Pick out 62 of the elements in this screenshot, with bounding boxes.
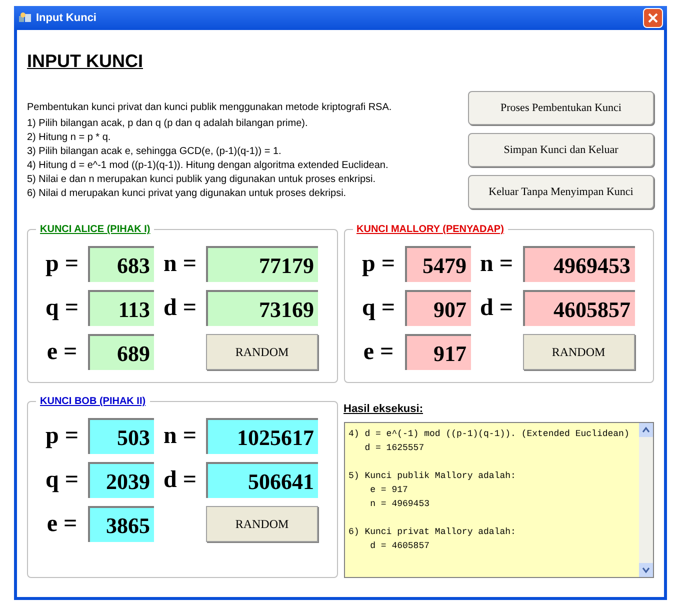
value-field[interactable]: 77179 [206,246,318,282]
value-field[interactable]: 907 [404,290,470,326]
value-field[interactable]: 683 [88,246,154,282]
value-field[interactable]: 1025617 [206,418,318,454]
step-text: 5) Nilai e dan n merupakan kunci publik yang digunakan untuk proses enkripsi. [27,173,377,187]
action-button[interactable]: Keluar Tanpa Menyimpan Kunci [468,175,654,209]
value-field[interactable]: 917 [404,334,470,370]
scroll-down-icon[interactable] [639,562,653,576]
step-text: 3) Pilih bilangan acak e, sehingga GCD(e, (p-1)(q-1)) = 1. [27,145,282,159]
value-field[interactable]: 113 [88,290,154,326]
description-intro: Pembentukan kunci privat dan kunci publik menggunakan metode kriptografi RSA. [27,101,393,115]
variable-label: e = [46,510,78,539]
value-field[interactable]: 5479 [404,246,470,282]
value-field[interactable]: 689 [88,334,154,370]
result-title: Hasil eksekusi: [344,402,424,417]
result-line: n = 4969453 [369,498,431,510]
result-line: 6) Kunci privat Mallory adalah: [348,526,517,538]
group-title: KUNCI BOB (PIHAK II) [36,394,150,409]
step-text: 6) Nilai d merupakan kunci privat yang digunakan untuk proses dekripsi. [27,187,348,201]
random-button[interactable]: RANDOM [522,334,634,370]
value-field[interactable]: 503 [88,418,154,454]
variable-label: p = [44,422,80,451]
variable-label: q = [360,294,396,323]
result-line: d = 1625557 [364,442,426,454]
scrollbar[interactable] [639,422,653,576]
value-field[interactable]: 3865 [88,506,154,542]
step-text: 1) Pilih bilangan acak, p dan q (p dan q adalah bilangan prime). [27,117,309,131]
action-button[interactable]: Simpan Kunci dan Keluar [468,133,654,167]
close-button[interactable] [643,8,663,28]
variable-label: e = [46,338,78,367]
close-icon [648,13,658,23]
variable-label: d = [478,294,514,323]
scroll-up-icon[interactable] [639,422,653,436]
result-line: 5) Kunci publik Mallory adalah: [348,470,517,482]
variable-label: d = [162,294,198,323]
value-field[interactable]: 73169 [206,290,318,326]
group-title: KUNCI ALICE (PIHAK I) [36,222,154,237]
result-line: 4) d = e^(-1) mod ((p-1)(q-1)). (Extended Euclidean) [348,428,630,440]
variable-label: n = [162,422,198,451]
value-field[interactable]: 2039 [88,462,154,498]
variable-label: p = [44,250,80,279]
step-text: 4) Hitung d = e^-1 mod ((p-1)(q-1)). Hitung dengan algoritma extended Euclidean. [27,159,390,173]
result-line: e = 917 [369,484,409,496]
variable-label: n = [162,250,198,279]
page-heading: INPUT KUNCI [27,50,144,73]
variable-label: d = [162,466,198,495]
step-text: 2) Hitung n = p * q. [27,131,112,145]
action-button[interactable]: Proses Pembentukan Kunci [468,91,654,125]
variable-label: q = [44,466,80,495]
result-line: d = 4605857 [369,540,431,552]
value-field[interactable]: 506641 [206,462,318,498]
app-icon [18,11,32,25]
value-field[interactable]: 4605857 [522,290,634,326]
window-title: Input Kunci [36,10,96,26]
variable-label: q = [44,294,80,323]
value-field[interactable]: 4969453 [522,246,634,282]
variable-label: p = [360,250,396,279]
random-button[interactable]: RANDOM [206,334,318,370]
random-button[interactable]: RANDOM [206,506,318,542]
variable-label: n = [478,250,514,279]
variable-label: e = [362,338,395,367]
group-title: KUNCI MALLORY (PENYADAP) [352,222,508,237]
